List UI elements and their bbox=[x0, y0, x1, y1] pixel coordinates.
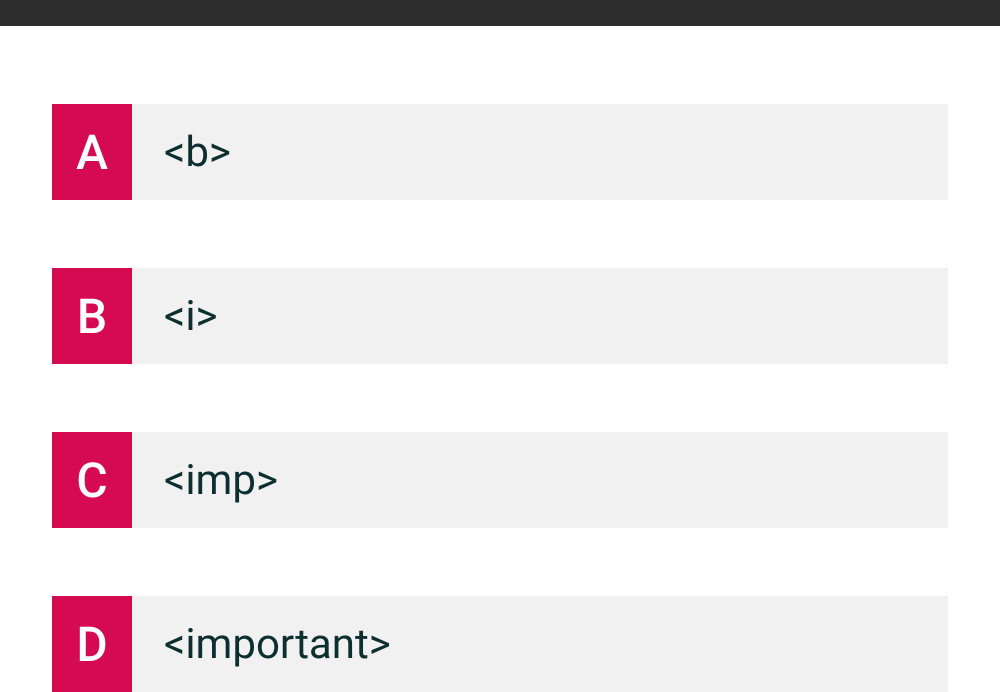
option-letter-a: A bbox=[52, 104, 132, 200]
option-text-c: <imp> bbox=[132, 432, 948, 528]
option-a[interactable]: A <b> bbox=[52, 104, 948, 200]
option-text-a: <b> bbox=[132, 104, 948, 200]
option-d[interactable]: D <important> bbox=[52, 596, 948, 692]
top-bar bbox=[0, 0, 1000, 26]
option-letter-b: B bbox=[52, 268, 132, 364]
option-text-b: <i> bbox=[132, 268, 948, 364]
option-text-d: <important> bbox=[132, 596, 948, 692]
option-c[interactable]: C <imp> bbox=[52, 432, 948, 528]
option-b[interactable]: B <i> bbox=[52, 268, 948, 364]
option-letter-d: D bbox=[52, 596, 132, 692]
option-letter-c: C bbox=[52, 432, 132, 528]
quiz-options: A <b> B <i> C <imp> D <important> bbox=[0, 26, 1000, 692]
